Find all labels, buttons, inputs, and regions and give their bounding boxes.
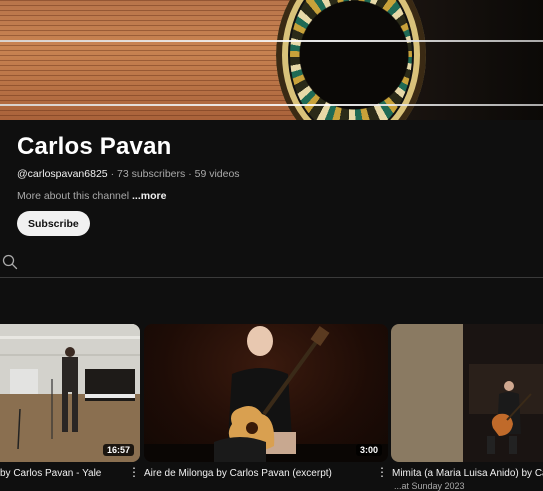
channel-meta: @carlospavan6825 · 73 subscribers · 59 v… <box>17 168 240 180</box>
video-thumbnail-art <box>391 324 543 462</box>
video-duration: 3:00 <box>355 444 382 456</box>
guitar-string <box>0 104 543 106</box>
channel-about[interactable]: More about this channel ...more <box>17 190 166 202</box>
video-thumbnail[interactable]: 16:57 <box>0 324 140 462</box>
about-text: More about this channel <box>17 190 130 202</box>
subscribe-button[interactable]: Subscribe <box>17 211 90 236</box>
tab-divider <box>0 277 543 278</box>
video-title[interactable]: Aire de Milonga by Carlos Pavan (excerpt… <box>144 468 332 479</box>
video-thumbnail[interactable]: 3:00 <box>144 324 388 462</box>
video-subline: ...at Sunday 2023 <box>394 481 465 491</box>
search-icon[interactable] <box>2 254 18 270</box>
video-thumbnail-art <box>0 324 140 462</box>
video-title[interactable]: Mimita (a Maria Luisa Anido) by Ca <box>392 468 543 479</box>
more-vert-icon[interactable]: ⋮ <box>376 465 388 479</box>
guitar-string <box>0 40 543 42</box>
about-more-link[interactable]: ...more <box>132 190 166 202</box>
subscriber-count: 73 subscribers <box>116 168 186 180</box>
video-thumbnail[interactable] <box>391 324 543 462</box>
video-count: 59 videos <box>194 168 240 180</box>
guitar-rosette-image <box>276 0 426 120</box>
video-thumbnail-art <box>144 326 388 462</box>
video-duration: 16:57 <box>102 444 134 456</box>
more-vert-icon[interactable]: ⋮ <box>128 465 140 479</box>
video-title[interactable]: by Carlos Pavan - Yale <box>0 468 101 479</box>
channel-banner <box>0 0 543 120</box>
channel-handle: @carlospavan6825 <box>17 168 108 180</box>
channel-name: Carlos Pavan <box>17 133 172 160</box>
